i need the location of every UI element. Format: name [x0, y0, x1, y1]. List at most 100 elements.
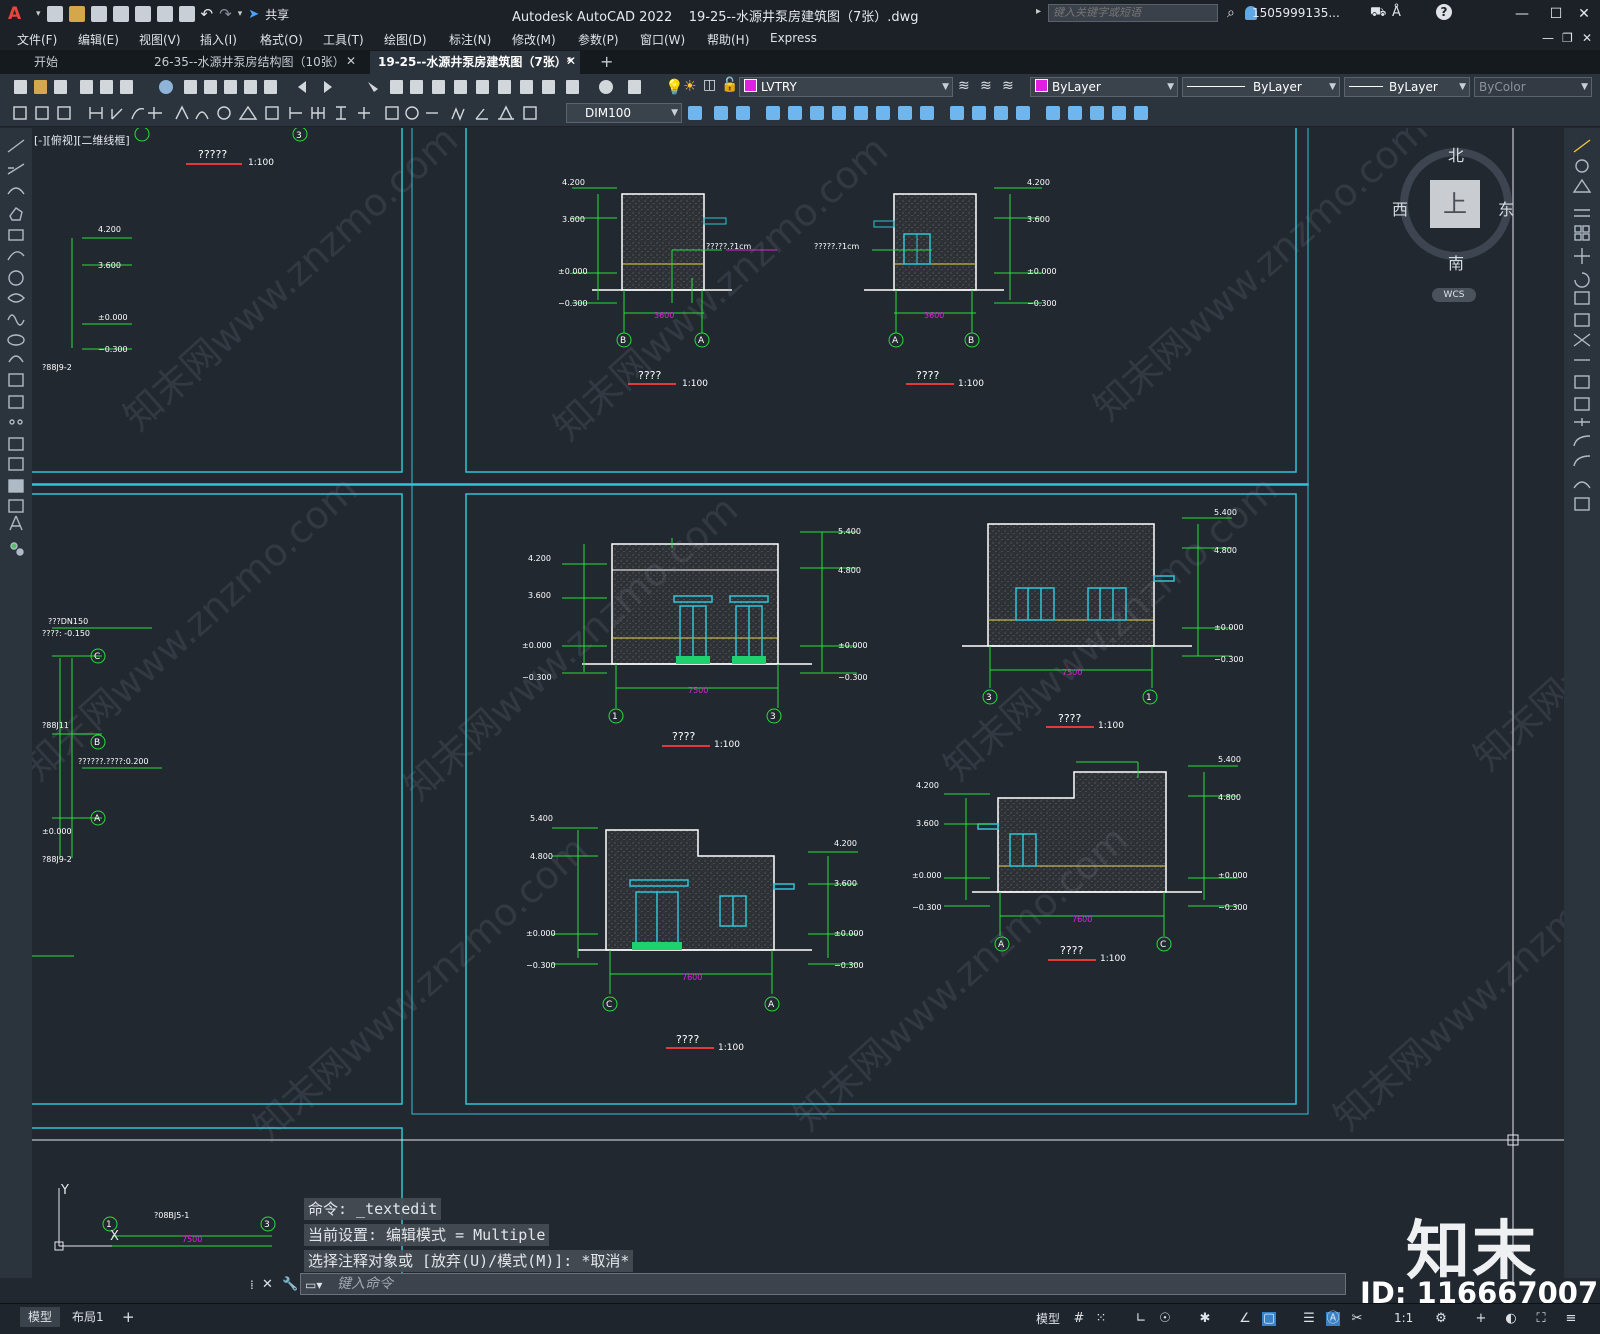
svg-text:−0.300: −0.300	[1218, 903, 1248, 912]
menu-view[interactable]: 视图(V)	[139, 31, 181, 48]
undo-icon[interactable]: ↶	[201, 5, 214, 23]
menu-window[interactable]: 窗口(W)	[640, 31, 685, 48]
annotation-visibility-icon[interactable]: Ⓐ	[1326, 1312, 1340, 1326]
match-layer-icon[interactable]: ≋	[980, 78, 992, 94]
dimstyle-dropdown[interactable]: DIM100 ▼	[566, 103, 682, 123]
open-web-icon[interactable]	[134, 6, 151, 22]
previous-layer-icon[interactable]: ≋	[1002, 78, 1014, 94]
new-file-icon[interactable]	[46, 6, 63, 22]
modify-tools-right-icons[interactable]	[1564, 128, 1600, 518]
command-customize-icon[interactable]: 🔧	[282, 1277, 298, 1292]
doc-restore-icon[interactable]: ❐	[1562, 31, 1573, 45]
fullscreen-icon[interactable]: ⛶	[1534, 1312, 1548, 1326]
svg-text:A: A	[94, 814, 101, 824]
help-icon[interactable]: ?	[1436, 4, 1452, 20]
search-expand-icon[interactable]: ▸	[1036, 6, 1041, 17]
standard-tools-icons[interactable]	[6, 78, 646, 96]
layer-on-icon[interactable]: 💡	[665, 78, 684, 96]
tab-structure-drawing[interactable]: 26-35--水源井泵房结构图（10张）	[146, 51, 362, 74]
tab-model[interactable]: 模型	[20, 1307, 61, 1327]
tab-close-icon[interactable]: ✕	[346, 54, 356, 68]
color-dropdown[interactable]: ByLayer ▼	[1030, 77, 1178, 97]
menu-express[interactable]: Express	[770, 31, 817, 45]
menu-edit[interactable]: 编辑(E)	[78, 31, 119, 48]
customize-menu-icon[interactable]: ≡	[1564, 1312, 1578, 1326]
draw-tools-icons[interactable]	[0, 128, 32, 568]
linetype-dropdown[interactable]: ByLayer ▼	[1182, 77, 1340, 97]
menu-parametric[interactable]: 参数(P)	[578, 31, 619, 48]
layer-dropdown[interactable]: LVTRY ▼	[739, 77, 953, 97]
grid-icon[interactable]: #	[1072, 1312, 1086, 1326]
tab-close-icon[interactable]: ✕	[566, 54, 576, 68]
add-scale-icon[interactable]: +	[1474, 1312, 1488, 1326]
osnap-icon[interactable]: ▢	[1262, 1312, 1276, 1326]
viewcube-west[interactable]: 西	[1392, 196, 1408, 220]
share-icon[interactable]: ➤	[248, 7, 259, 22]
isodraft-icon[interactable]: ✱	[1198, 1312, 1212, 1326]
annotation-scale[interactable]: 1:1	[1394, 1311, 1413, 1325]
menu-tools[interactable]: 工具(T)	[323, 31, 364, 48]
new-tab-icon[interactable]: +	[600, 52, 613, 71]
layer-freeze-icon[interactable]: ☀	[683, 77, 696, 95]
share-button[interactable]: 共享	[265, 6, 289, 23]
command-prompt-icon[interactable]: ▭▾	[305, 1275, 322, 1295]
menu-format[interactable]: 格式(O)	[260, 31, 303, 48]
menu-help[interactable]: 帮助(H)	[707, 31, 749, 48]
viewcube-east[interactable]: 东	[1498, 196, 1514, 220]
plotstyle-dropdown[interactable]: ByColor ▼	[1474, 77, 1592, 97]
save-web-icon[interactable]	[156, 6, 173, 22]
layer-lock-icon[interactable]: 🔓	[721, 77, 738, 93]
menu-dimension[interactable]: 标注(N)	[449, 31, 491, 48]
customize-qa-icon[interactable]: ▾	[238, 9, 243, 19]
open-file-icon[interactable]	[68, 6, 85, 22]
tab-architecture-drawing[interactable]: 19-25--水源井泵房建筑图（7张）*	[370, 51, 580, 74]
menu-file[interactable]: 文件(F)	[17, 31, 57, 48]
lineweight-icon[interactable]: ☰	[1302, 1312, 1316, 1326]
save-icon[interactable]	[90, 6, 107, 22]
menu-draw[interactable]: 绘图(D)	[384, 31, 427, 48]
isolate-objects-icon[interactable]: ◐	[1504, 1312, 1518, 1326]
viewcube-south[interactable]: 南	[1448, 250, 1464, 274]
tab-start[interactable]: 开始	[26, 51, 144, 74]
workspace-gear-icon[interactable]: ⚙	[1434, 1312, 1448, 1326]
search-icon[interactable]: ⌕	[1227, 5, 1235, 21]
dimension-tools-icons[interactable]	[6, 104, 566, 122]
menu-insert[interactable]: 插入(I)	[200, 31, 237, 48]
model-space-toggle[interactable]: 模型	[1036, 1310, 1060, 1327]
command-grip-icon[interactable]: ⁞	[250, 1278, 254, 1292]
autocad-logo-icon[interactable]: A	[8, 4, 30, 24]
make-current-layer-icon[interactable]: ≋	[958, 78, 970, 94]
add-layout-icon[interactable]: +	[122, 1308, 135, 1326]
doc-minimize-icon[interactable]: —	[1542, 31, 1554, 45]
lineweight-dropdown[interactable]: ByLayer ▼	[1344, 77, 1470, 97]
command-input[interactable]: ▭▾ 键入命令	[300, 1273, 1346, 1295]
snap-icon[interactable]: ⁙	[1094, 1312, 1108, 1326]
auto-scale-icon[interactable]: ✂	[1350, 1312, 1364, 1326]
redo-icon[interactable]: ↷	[219, 5, 232, 23]
close-icon[interactable]: ✕	[1572, 4, 1596, 24]
user-name[interactable]: 1505999135...	[1252, 6, 1340, 20]
svg-text:B: B	[968, 336, 974, 346]
menu-modify[interactable]: 修改(M)	[512, 31, 556, 48]
wcs-menu[interactable]: WCS	[1432, 288, 1476, 302]
save-as-icon[interactable]	[112, 6, 129, 22]
autodesk-a360-icon[interactable]: Å	[1392, 5, 1401, 20]
search-input[interactable]	[1048, 4, 1218, 22]
minimize-icon[interactable]: —	[1510, 4, 1534, 24]
polar-icon[interactable]: ☉	[1158, 1312, 1172, 1326]
plot-icon[interactable]	[178, 6, 195, 22]
svg-text:3.600: 3.600	[1027, 215, 1050, 224]
viewcube-top-face[interactable]: 上	[1430, 180, 1480, 228]
chevron-down-icon[interactable]: ▾	[36, 9, 41, 19]
viewcube-north[interactable]: 北	[1448, 142, 1464, 166]
osnap-tracking-icon[interactable]: ∠	[1238, 1312, 1252, 1326]
layer-viewport-icon[interactable]: ◫	[703, 77, 716, 93]
command-close-icon[interactable]: ✕	[262, 1277, 273, 1292]
modify-tools-icons[interactable]	[686, 104, 1176, 122]
maximize-icon[interactable]: ☐	[1544, 4, 1568, 24]
doc-close-icon[interactable]: ✕	[1582, 31, 1592, 45]
model-space-canvas[interactable]: [-][俯视][二维线框] 4.200 3.600 ±0.000 −0.300 …	[32, 128, 1564, 1283]
cart-icon[interactable]: ⛟	[1370, 5, 1386, 22]
ortho-icon[interactable]: ∟	[1134, 1312, 1148, 1326]
tab-layout1[interactable]: 布局1	[64, 1307, 112, 1327]
